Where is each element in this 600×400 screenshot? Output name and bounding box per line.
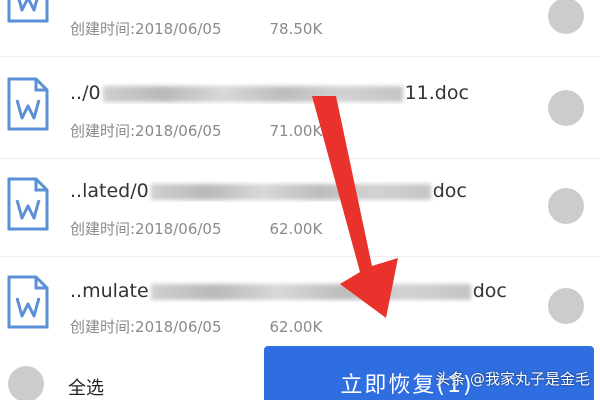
file-name-suffix: doc [472,280,507,302]
select-all-label[interactable]: 全选 [68,374,104,400]
divider [0,158,600,159]
file-created-time: 创建时间:2018/06/05 [70,318,222,336]
word-doc-icon [6,274,50,330]
list-item[interactable]: ../0 11.doc 创建时间:2018/06/05 71.00K [0,62,600,162]
select-radio[interactable] [548,90,584,126]
file-meta: 创建时间:2018/06/05 62.00K [70,316,322,337]
watermark: 头条 @我家丸子是金毛 [435,370,590,388]
list-item[interactable]: 创建时间:2018/06/05 78.50K [0,0,600,52]
word-doc-icon [6,0,50,24]
file-created-time: 创建时间:2018/06/05 [70,220,222,238]
file-meta: 创建时间:2018/06/05 62.00K [70,218,322,239]
select-radio[interactable] [548,288,584,324]
select-radio[interactable] [548,188,584,224]
select-radio[interactable] [548,0,584,34]
file-size: 71.00K [269,122,323,140]
file-list: 创建时间:2018/06/05 78.50K ../0 11.doc 创建时间:20… [0,0,600,340]
file-name: ..mulate doc [70,280,520,302]
select-all-radio[interactable] [8,366,44,400]
file-meta: 创建时间:2018/06/05 78.50K [70,18,322,39]
blurred-path [102,85,403,102]
file-recovery-screen: 创建时间:2018/06/05 78.50K ../0 11.doc 创建时间:20… [0,0,600,400]
divider [0,56,600,57]
list-item[interactable]: ..mulate doc 创建时间:2018/06/05 62.00K [0,258,600,340]
file-created-time: 创建时间:2018/06/05 [70,20,222,38]
file-name: ..lated/0 doc [70,180,520,202]
file-size: 62.00K [269,318,323,336]
word-doc-icon [6,176,50,232]
file-meta: 创建时间:2018/06/05 71.00K [70,120,322,141]
blurred-path [150,283,471,300]
list-item[interactable]: ..lated/0 doc 创建时间:2018/06/05 62.00K [0,160,600,260]
file-size: 78.50K [269,20,323,38]
file-name-suffix: doc [432,180,467,202]
file-name: ../0 11.doc [70,82,520,104]
file-name-prefix: ../0 [70,82,101,104]
divider [0,256,600,257]
file-name-suffix: 11.doc [404,82,469,104]
blurred-path [150,183,431,200]
file-created-time: 创建时间:2018/06/05 [70,122,222,140]
file-size: 62.00K [269,220,323,238]
file-name-prefix: ..lated/0 [70,180,149,202]
word-doc-icon [6,76,50,132]
file-name-prefix: ..mulate [70,280,149,302]
